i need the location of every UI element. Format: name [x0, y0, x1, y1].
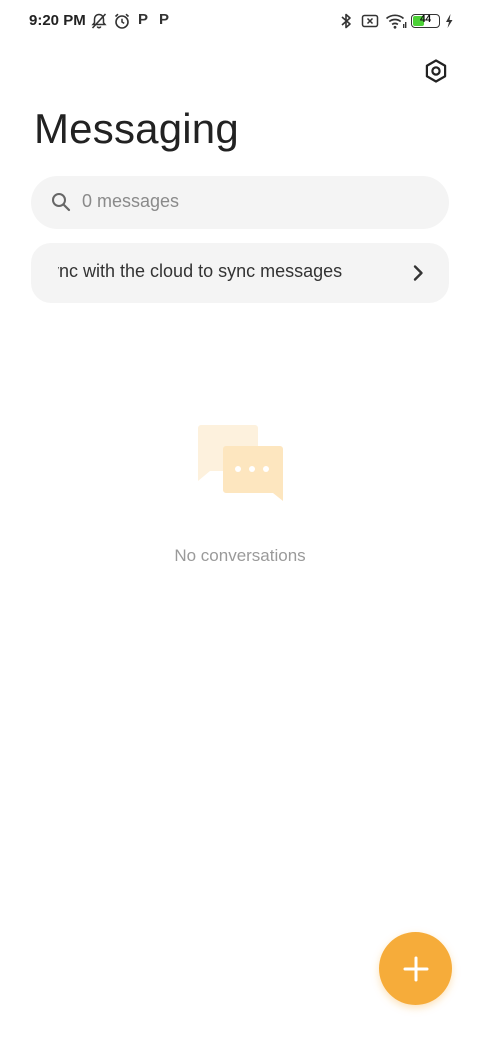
- status-bar: 9:20 PM P P 44: [0, 0, 480, 44]
- settings-button[interactable]: [420, 55, 452, 87]
- chevron-right-icon: [413, 265, 423, 281]
- cloud-sync-text: Sync with the cloud to sync messages: [58, 261, 343, 281]
- bluetooth-icon: [341, 13, 351, 29]
- status-time: 9:20 PM: [29, 12, 86, 29]
- charging-icon: [446, 14, 453, 28]
- p-app-icon: P: [138, 11, 149, 28]
- battery-level: 44: [419, 14, 432, 25]
- alarm-icon: [114, 13, 130, 29]
- new-conversation-button[interactable]: [379, 932, 452, 1005]
- search-input[interactable]: 0 messages: [31, 176, 449, 229]
- plus-icon: [403, 956, 428, 981]
- chat-bubbles-icon: [198, 425, 283, 501]
- search-placeholder: 0 messages: [82, 191, 180, 211]
- page-title: Messaging: [34, 105, 239, 152]
- cloud-text-viewport: Sync with the cloud to sync messages: [58, 243, 401, 303]
- empty-state-text: No conversations: [174, 546, 306, 565]
- search-icon: [52, 193, 71, 212]
- notifications-off-icon: [91, 13, 107, 29]
- settings-icon: [425, 59, 447, 83]
- cloud-sync-banner[interactable]: Sync with the cloud to sync messages: [31, 243, 449, 303]
- no-sim-icon: [361, 14, 379, 28]
- wifi-icon: [385, 14, 407, 29]
- p-app-icon: P: [159, 11, 170, 28]
- battery-icon: 44: [411, 14, 440, 28]
- messaging-screen: 9:20 PM P P 44 Messaging 0 messages Sync…: [0, 0, 480, 1040]
